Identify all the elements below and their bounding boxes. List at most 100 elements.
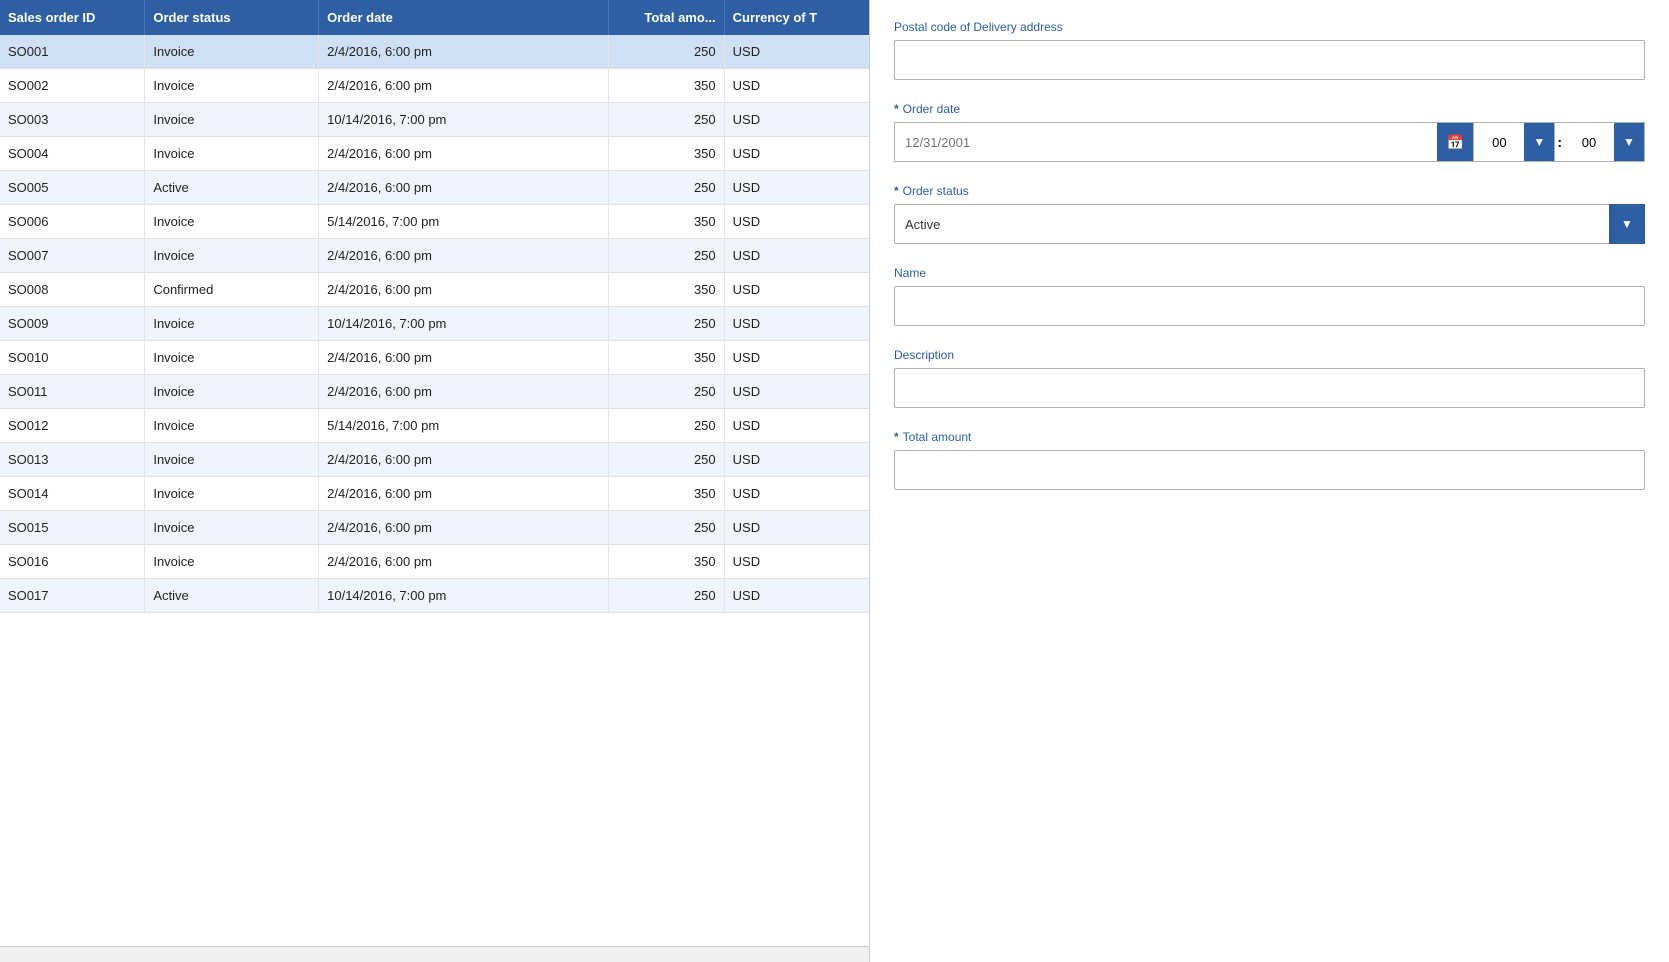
order-date-label-text: Order date bbox=[903, 102, 960, 116]
table-cell: USD bbox=[724, 273, 869, 307]
table-row[interactable]: SO002Invoice2/4/2016, 6:00 pm350USD bbox=[0, 69, 869, 103]
table-cell: Invoice bbox=[145, 307, 319, 341]
order-status-select-wrapper: ActiveInvoiceConfirmed ▼ bbox=[894, 204, 1645, 244]
table-cell: 2/4/2016, 6:00 pm bbox=[319, 35, 609, 69]
table-cell: SO014 bbox=[0, 477, 145, 511]
table-cell: 2/4/2016, 6:00 pm bbox=[319, 511, 609, 545]
table-cell: Invoice bbox=[145, 137, 319, 171]
table-cell: USD bbox=[724, 341, 869, 375]
table-row[interactable]: SO012Invoice5/14/2016, 7:00 pm250USD bbox=[0, 409, 869, 443]
table-cell: USD bbox=[724, 409, 869, 443]
table-cell: 10/14/2016, 7:00 pm bbox=[319, 579, 609, 613]
order-status-label-text: Order status bbox=[903, 184, 969, 198]
table-cell: 350 bbox=[608, 137, 724, 171]
table-cell: Invoice bbox=[145, 341, 319, 375]
table-row[interactable]: SO011Invoice2/4/2016, 6:00 pm250USD bbox=[0, 375, 869, 409]
table-cell: SO016 bbox=[0, 545, 145, 579]
postal-code-input[interactable] bbox=[894, 40, 1645, 80]
table-cell: SO009 bbox=[0, 307, 145, 341]
table-row[interactable]: SO015Invoice2/4/2016, 6:00 pm250USD bbox=[0, 511, 869, 545]
table-cell: 350 bbox=[608, 205, 724, 239]
table-cell: USD bbox=[724, 477, 869, 511]
table-cell: Invoice bbox=[145, 477, 319, 511]
table-cell: 2/4/2016, 6:00 pm bbox=[319, 171, 609, 205]
order-status-field: * Order status ActiveInvoiceConfirmed ▼ bbox=[894, 184, 1645, 244]
table-cell: 350 bbox=[608, 69, 724, 103]
table-cell: 250 bbox=[608, 511, 724, 545]
table-cell: USD bbox=[724, 511, 869, 545]
table-cell: 250 bbox=[608, 35, 724, 69]
order-date-input[interactable] bbox=[895, 123, 1437, 161]
table-cell: Invoice bbox=[145, 35, 319, 69]
table-header-row: Sales order ID Order status Order date T… bbox=[0, 0, 869, 35]
table-cell: USD bbox=[724, 69, 869, 103]
table-row[interactable]: SO010Invoice2/4/2016, 6:00 pm350USD bbox=[0, 341, 869, 375]
table-cell: 5/14/2016, 7:00 pm bbox=[319, 409, 609, 443]
table-cell: SO011 bbox=[0, 375, 145, 409]
table-row[interactable]: SO004Invoice2/4/2016, 6:00 pm350USD bbox=[0, 137, 869, 171]
order-status-select[interactable]: ActiveInvoiceConfirmed bbox=[894, 204, 1645, 244]
total-amount-required-marker: * bbox=[894, 430, 899, 444]
table-cell: Invoice bbox=[145, 375, 319, 409]
name-input[interactable] bbox=[894, 286, 1645, 326]
table-wrapper[interactable]: Sales order ID Order status Order date T… bbox=[0, 0, 869, 946]
hour-input[interactable] bbox=[1474, 123, 1524, 161]
table-cell: USD bbox=[724, 307, 869, 341]
order-date-label: * Order date bbox=[894, 102, 1645, 116]
table-row[interactable]: SO005Active2/4/2016, 6:00 pm250USD bbox=[0, 171, 869, 205]
chevron-down-icon-2: ▼ bbox=[1623, 135, 1635, 149]
table-cell: Invoice bbox=[145, 443, 319, 477]
minute-input[interactable] bbox=[1564, 123, 1614, 161]
table-cell: SO005 bbox=[0, 171, 145, 205]
table-row[interactable]: SO014Invoice2/4/2016, 6:00 pm350USD bbox=[0, 477, 869, 511]
table-cell: SO017 bbox=[0, 579, 145, 613]
table-body: SO001Invoice2/4/2016, 6:00 pm250USDSO002… bbox=[0, 35, 869, 613]
table-cell: 2/4/2016, 6:00 pm bbox=[319, 239, 609, 273]
table-row[interactable]: SO006Invoice5/14/2016, 7:00 pm350USD bbox=[0, 205, 869, 239]
table-cell: SO015 bbox=[0, 511, 145, 545]
table-cell: 2/4/2016, 6:00 pm bbox=[319, 375, 609, 409]
col-header-status: Order status bbox=[145, 0, 319, 35]
table-cell: 350 bbox=[608, 273, 724, 307]
minute-down-button[interactable]: ▼ bbox=[1614, 123, 1644, 161]
table-cell: USD bbox=[724, 443, 869, 477]
table-cell: Invoice bbox=[145, 205, 319, 239]
table-cell: 250 bbox=[608, 171, 724, 205]
table-row[interactable]: SO016Invoice2/4/2016, 6:00 pm350USD bbox=[0, 545, 869, 579]
table-row[interactable]: SO009Invoice10/14/2016, 7:00 pm250USD bbox=[0, 307, 869, 341]
table-cell: 2/4/2016, 6:00 pm bbox=[319, 341, 609, 375]
calendar-button[interactable]: 📅 bbox=[1437, 123, 1473, 161]
table-cell: 2/4/2016, 6:00 pm bbox=[319, 273, 609, 307]
time-colon: : bbox=[1555, 122, 1564, 162]
description-input[interactable] bbox=[894, 368, 1645, 408]
table-cell: 350 bbox=[608, 477, 724, 511]
total-amount-input[interactable] bbox=[894, 450, 1645, 490]
table-horizontal-scrollbar[interactable] bbox=[0, 946, 869, 962]
table-row[interactable]: SO001Invoice2/4/2016, 6:00 pm250USD bbox=[0, 35, 869, 69]
table-cell: USD bbox=[724, 205, 869, 239]
table-row[interactable]: SO017Active10/14/2016, 7:00 pm250USD bbox=[0, 579, 869, 613]
col-header-currency: Currency of T bbox=[724, 0, 869, 35]
table-cell: USD bbox=[724, 103, 869, 137]
minute-spinner: ▼ bbox=[1564, 122, 1645, 162]
hour-down-button[interactable]: ▼ bbox=[1524, 123, 1554, 161]
table-cell: USD bbox=[724, 171, 869, 205]
total-amount-label: * Total amount bbox=[894, 430, 1645, 444]
table-cell: SO008 bbox=[0, 273, 145, 307]
table-cell: USD bbox=[724, 239, 869, 273]
postal-code-field: Postal code of Delivery address bbox=[894, 20, 1645, 80]
main-container: Sales order ID Order status Order date T… bbox=[0, 0, 1669, 962]
table-row[interactable]: SO007Invoice2/4/2016, 6:00 pm250USD bbox=[0, 239, 869, 273]
table-row[interactable]: SO003Invoice10/14/2016, 7:00 pm250USD bbox=[0, 103, 869, 137]
table-cell: 250 bbox=[608, 579, 724, 613]
sales-order-table: Sales order ID Order status Order date T… bbox=[0, 0, 869, 613]
table-cell: Invoice bbox=[145, 409, 319, 443]
col-header-id: Sales order ID bbox=[0, 0, 145, 35]
table-row[interactable]: SO008Confirmed2/4/2016, 6:00 pm350USD bbox=[0, 273, 869, 307]
postal-code-label-text: Postal code of Delivery address bbox=[894, 20, 1063, 34]
table-cell: Invoice bbox=[145, 103, 319, 137]
description-label: Description bbox=[894, 348, 1645, 362]
table-cell: 250 bbox=[608, 409, 724, 443]
table-cell: 2/4/2016, 6:00 pm bbox=[319, 477, 609, 511]
table-row[interactable]: SO013Invoice2/4/2016, 6:00 pm250USD bbox=[0, 443, 869, 477]
